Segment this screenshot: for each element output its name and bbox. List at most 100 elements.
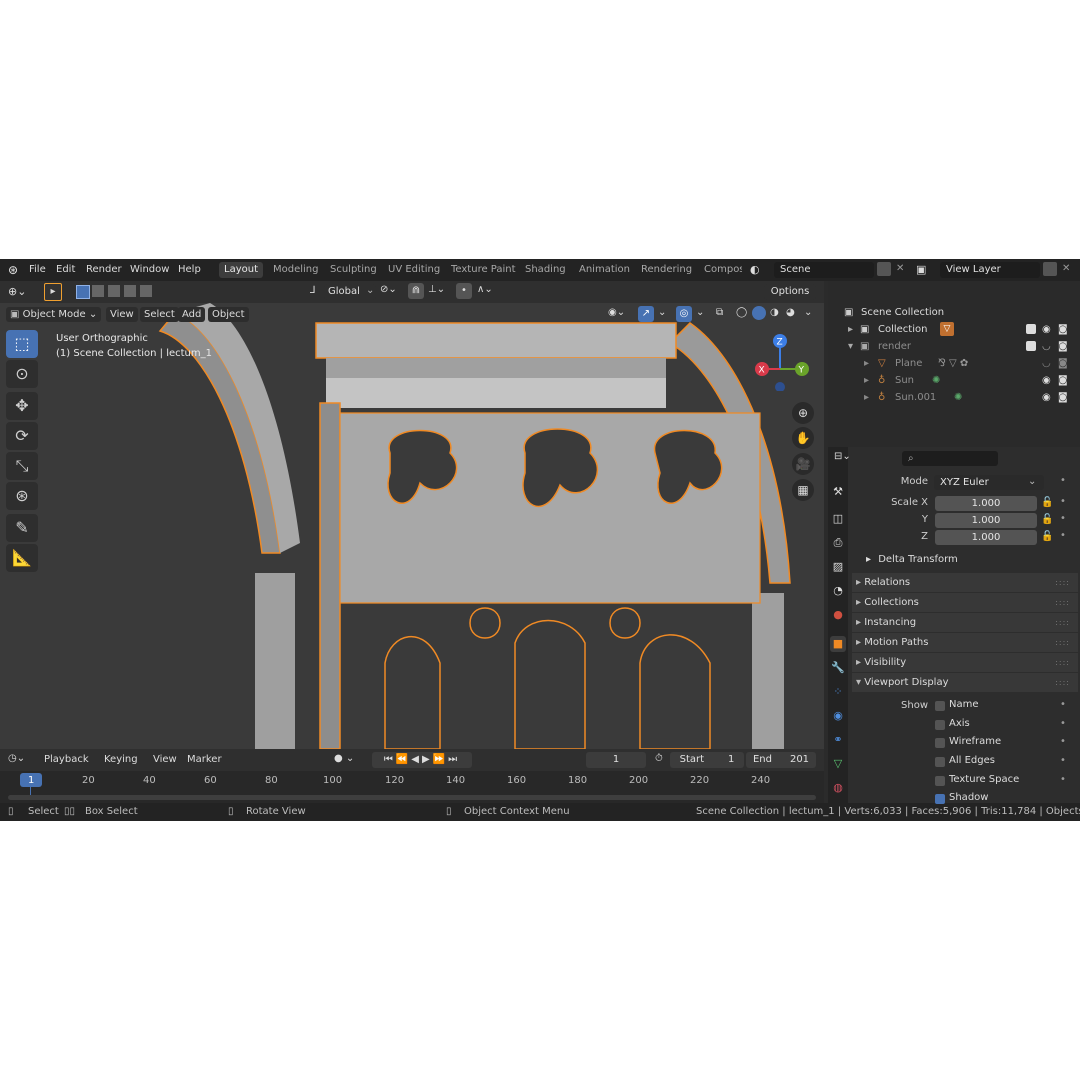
transform-tool-icon[interactable]: ⊛	[6, 482, 38, 510]
camera-icon[interactable]: ◙	[1058, 321, 1068, 338]
scene-icon[interactable]: ◐	[750, 263, 760, 276]
timeline[interactable]: ◷⌄ Playback Keying View Marker ● ⌄ ⏮⏪◀▶⏩…	[0, 749, 824, 807]
chevron-down-icon[interactable]: ⌄	[658, 307, 666, 318]
current-frame-field[interactable]: 1	[586, 752, 646, 768]
menu-file[interactable]: File	[29, 264, 46, 275]
select-box-tool-icon[interactable]: ⬚	[6, 330, 38, 358]
keyframe-dot-icon[interactable]: •	[1060, 699, 1066, 710]
panel-visibility[interactable]: ▸ Visibility::::	[852, 653, 1078, 672]
menu-edit[interactable]: Edit	[56, 264, 75, 275]
camera-icon[interactable]: ◙	[1058, 355, 1068, 372]
name-checkbox[interactable]	[935, 701, 945, 711]
camera-view-icon[interactable]: 🎥	[792, 453, 814, 475]
tab-animation[interactable]: Animation	[574, 262, 635, 278]
outliner-row-render[interactable]: ▾ ▣ render ◡ ◙	[828, 338, 1080, 355]
menu-help[interactable]: Help	[178, 264, 201, 275]
physics-tab-icon[interactable]: ◉	[830, 708, 846, 724]
drag-handle-icon[interactable]: ::::	[1055, 633, 1070, 652]
panel-motion-paths[interactable]: ▸ Motion Paths::::	[852, 633, 1078, 652]
tab-layout[interactable]: Layout	[219, 262, 263, 278]
drag-handle-icon[interactable]: ::::	[1055, 673, 1070, 692]
stopwatch-icon[interactable]: ⏱	[655, 753, 663, 764]
exclude-checkbox[interactable]	[1026, 341, 1036, 351]
snap-target-icon[interactable]: ⊥⌄	[428, 284, 445, 295]
move-tool-icon[interactable]: ✥	[6, 392, 38, 420]
data-tab-icon[interactable]: ▽	[830, 756, 846, 772]
wireframe-checkbox[interactable]	[935, 738, 945, 748]
material-shading-icon[interactable]: ◑	[770, 307, 779, 318]
end-frame-field[interactable]: End 201	[746, 752, 816, 768]
eye-closed-icon[interactable]: ◡	[1042, 338, 1051, 355]
keyframe-dot-icon[interactable]: •	[1060, 496, 1066, 507]
tool-tab-icon[interactable]: ⚒	[830, 484, 846, 500]
output-tab-icon[interactable]: ⎙	[830, 535, 846, 551]
record-icon[interactable]: ● ⌄	[334, 753, 354, 764]
shading-options-icon[interactable]: ⌄	[804, 307, 812, 318]
drag-handle-icon[interactable]: ::::	[1055, 593, 1070, 612]
outliner-row-plane[interactable]: ▸ ▽ Plane ⅋ ▽ ✿ ◡ ◙	[828, 355, 1080, 372]
snap-icon[interactable]: ⋒	[408, 283, 424, 299]
blender-logo-icon[interactable]: ⊛	[8, 263, 18, 277]
scale-y-field[interactable]: 1.000	[935, 513, 1037, 528]
keyframe-dot-icon[interactable]: •	[1060, 755, 1066, 766]
scene-tab-icon[interactable]: ◔	[830, 583, 846, 599]
ortho-grid-icon[interactable]: ▦	[792, 479, 814, 501]
view-layer-field[interactable]: View Layer	[940, 262, 1040, 278]
playback-controls-icon[interactable]: ⏮⏪◀▶⏩⏭	[372, 752, 472, 768]
lock-icon[interactable]: 🔓	[1041, 531, 1053, 542]
zoom-icon[interactable]: ⊕	[792, 402, 814, 424]
tab-modeling[interactable]: Modeling	[268, 262, 324, 278]
timeline-editor-icon[interactable]: ◷⌄	[8, 753, 25, 764]
modifier-tab-icon[interactable]: 🔧	[830, 660, 846, 676]
marker-menu[interactable]: Marker	[187, 754, 222, 765]
exclude-checkbox[interactable]	[1026, 324, 1036, 334]
camera-icon[interactable]: ◙	[1058, 372, 1068, 389]
keyframe-dot-icon[interactable]: •	[1060, 774, 1066, 785]
expand-arrow-icon[interactable]: ▸	[864, 389, 869, 406]
menu-add[interactable]: Add	[178, 307, 206, 322]
menu-select[interactable]: Select	[140, 307, 179, 322]
wireframe-shading-icon[interactable]: ◯	[736, 307, 747, 318]
playback-menu[interactable]: Playback	[44, 754, 89, 765]
solid-shading-icon[interactable]	[752, 306, 766, 320]
scene-field[interactable]: Scene	[774, 262, 874, 278]
3d-viewport[interactable]: ▣ Object Mode ⌄ View Select Add Object ◉…	[0, 303, 824, 749]
scale-z-field[interactable]: 1.000	[935, 530, 1037, 545]
mode-set-icon[interactable]	[76, 285, 90, 299]
select-tool-icon[interactable]: ▸	[44, 283, 62, 301]
menu-object[interactable]: Object	[208, 307, 249, 322]
falloff-icon[interactable]: ∧⌄	[477, 284, 493, 295]
keyframe-dot-icon[interactable]: •	[1060, 513, 1066, 524]
menu-window[interactable]: Window	[130, 264, 169, 275]
mode-intersect-icon[interactable]	[140, 285, 152, 297]
new-scene-icon[interactable]	[877, 262, 891, 276]
outliner-row-sun-001[interactable]: ▸ ♁ Sun.001 ✺ ◉ ◙	[828, 389, 1080, 406]
tab-shading[interactable]: Shading	[520, 262, 571, 278]
annotate-tool-icon[interactable]: ✎	[6, 514, 38, 542]
material-tab-icon[interactable]: ◍	[830, 780, 846, 796]
gizmo-toggle-icon[interactable]: ↗	[638, 306, 654, 322]
tab-rendering[interactable]: Rendering	[636, 262, 697, 278]
mode-invert-icon[interactable]	[124, 285, 136, 297]
properties-editor-type-icon[interactable]: ⊟⌄	[834, 451, 851, 462]
new-view-layer-icon[interactable]	[1043, 262, 1057, 276]
timeline-scrollbar[interactable]	[8, 795, 816, 800]
texture-space-checkbox[interactable]	[935, 776, 945, 786]
world-tab-icon[interactable]: ●	[830, 607, 846, 623]
delta-transform-subpanel[interactable]: ▸ Delta Transform	[866, 554, 958, 565]
eye-closed-icon[interactable]: ◡	[1042, 355, 1051, 372]
keyframe-dot-icon[interactable]: •	[1060, 736, 1066, 747]
close-view-layer-icon[interactable]: ✕	[1062, 263, 1070, 274]
close-scene-icon[interactable]: ✕	[896, 263, 904, 274]
tab-texture-paint[interactable]: Texture Paint	[446, 262, 521, 278]
camera-icon[interactable]: ◙	[1058, 389, 1068, 406]
lock-icon[interactable]: 🔓	[1041, 514, 1053, 525]
axis-gizmo[interactable]: Z Y X	[752, 331, 812, 391]
menu-view[interactable]: View	[106, 307, 138, 322]
constraints-tab-icon[interactable]: ⚭	[830, 732, 846, 748]
eye-icon[interactable]: ◉	[1042, 321, 1051, 338]
view-layer-icon[interactable]: ▣	[916, 263, 926, 276]
properties-search-input[interactable]: ⌕	[902, 451, 998, 466]
mode-subtract-icon[interactable]	[108, 285, 120, 297]
expand-arrow-icon[interactable]: ▸	[864, 372, 869, 389]
